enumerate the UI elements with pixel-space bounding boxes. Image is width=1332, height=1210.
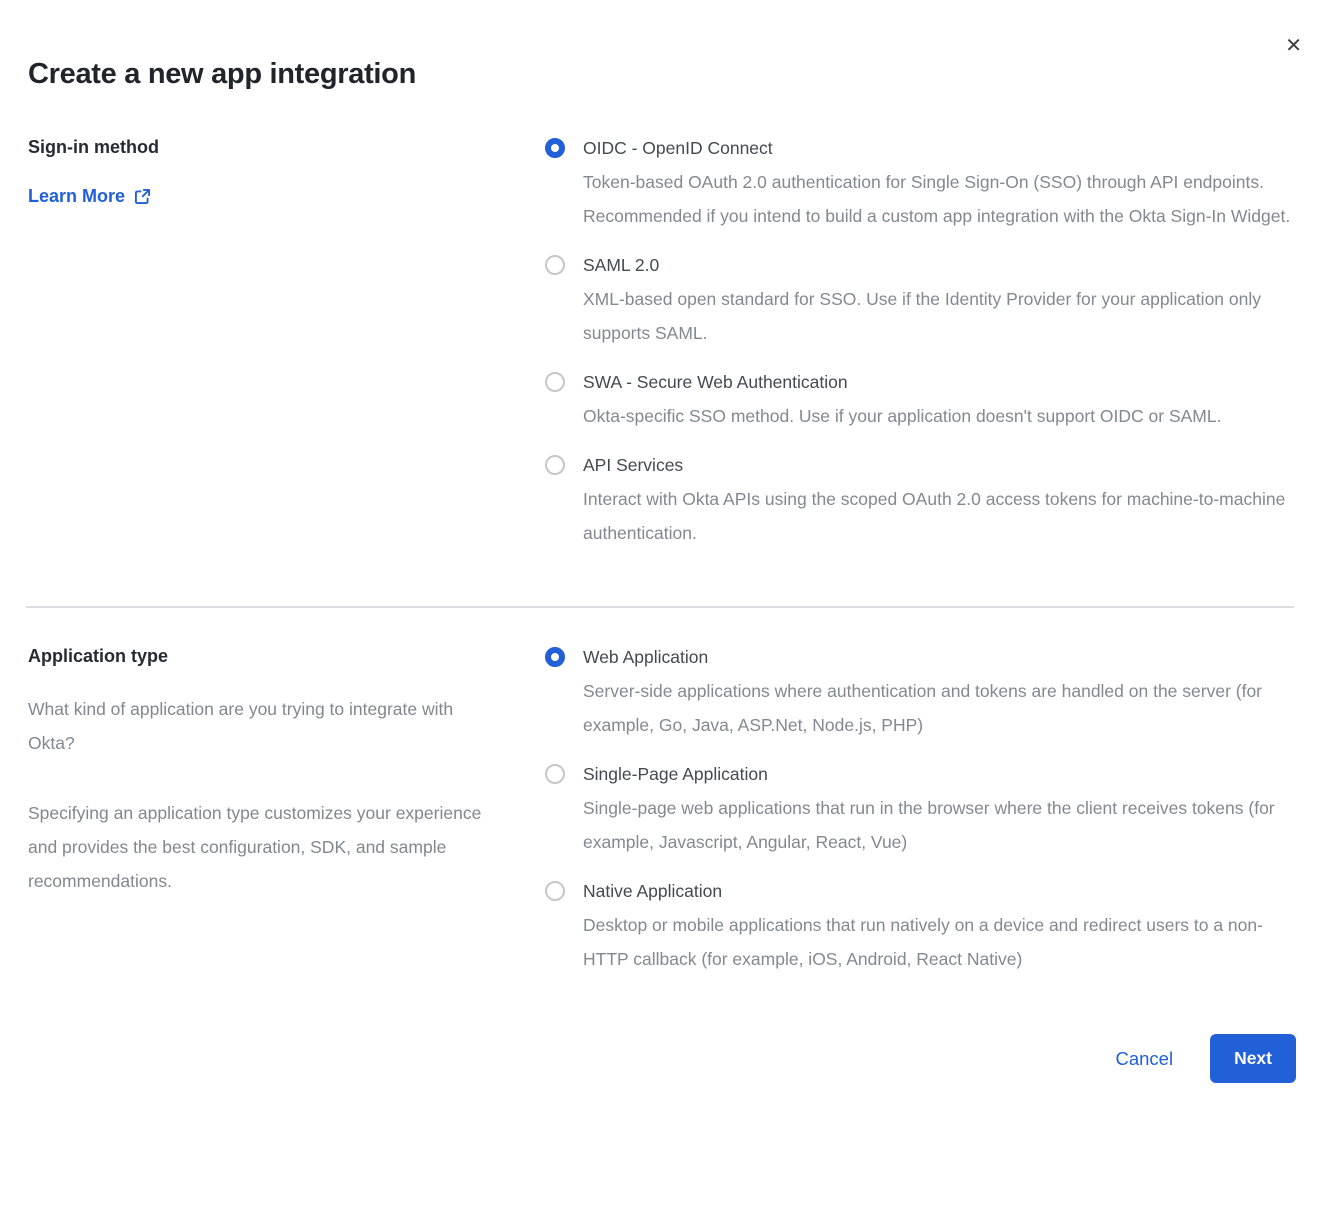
cancel-button[interactable]: Cancel bbox=[1115, 1048, 1173, 1070]
application-type-section: Application type What kind of applicatio… bbox=[0, 644, 1332, 976]
radio-option-label[interactable]: SWA - Secure Web Authentication bbox=[583, 369, 1221, 395]
radio-option-single-page-application[interactable]: Single-Page Application Single-page web … bbox=[545, 761, 1296, 859]
radio-option-oidc[interactable]: OIDC - OpenID Connect Token-based OAuth … bbox=[545, 135, 1296, 233]
signin-method-section: Sign-in method Learn More OIDC - OpenID … bbox=[0, 135, 1332, 550]
radio-option-label[interactable]: API Services bbox=[583, 452, 1295, 478]
radio-option-saml[interactable]: SAML 2.0 XML-based open standard for SSO… bbox=[545, 252, 1296, 350]
learn-more-link[interactable]: Learn More bbox=[28, 186, 151, 207]
section-divider bbox=[26, 606, 1294, 608]
radio-icon[interactable] bbox=[545, 764, 565, 784]
application-type-question: What kind of application are you trying … bbox=[28, 692, 500, 760]
radio-option-description: Token-based OAuth 2.0 authentication for… bbox=[583, 165, 1295, 233]
radio-icon[interactable] bbox=[545, 372, 565, 392]
radio-option-web-application[interactable]: Web Application Server-side applications… bbox=[545, 644, 1296, 742]
create-app-integration-dialog: ✕ Create a new app integration Sign-in m… bbox=[0, 0, 1332, 1210]
radio-option-description: Okta-specific SSO method. Use if your ap… bbox=[583, 399, 1221, 433]
radio-option-description: Desktop or mobile applications that run … bbox=[583, 908, 1295, 976]
radio-icon[interactable] bbox=[545, 881, 565, 901]
next-button[interactable]: Next bbox=[1210, 1034, 1296, 1083]
learn-more-label: Learn More bbox=[28, 186, 125, 207]
radio-option-api-services[interactable]: API Services Interact with Okta APIs usi… bbox=[545, 452, 1296, 550]
external-link-icon bbox=[134, 188, 151, 205]
dialog-footer: Cancel Next bbox=[0, 1034, 1332, 1083]
radio-option-description: Interact with Okta APIs using the scoped… bbox=[583, 482, 1295, 550]
radio-option-label[interactable]: Native Application bbox=[583, 878, 1295, 904]
signin-method-label: Sign-in method bbox=[28, 135, 545, 159]
radio-option-description: XML-based open standard for SSO. Use if … bbox=[583, 282, 1295, 350]
radio-option-native-application[interactable]: Native Application Desktop or mobile app… bbox=[545, 878, 1296, 976]
radio-option-label[interactable]: SAML 2.0 bbox=[583, 252, 1295, 278]
radio-option-label[interactable]: Single-Page Application bbox=[583, 761, 1295, 787]
radio-option-swa[interactable]: SWA - Secure Web Authentication Okta-spe… bbox=[545, 369, 1296, 433]
radio-icon[interactable] bbox=[545, 455, 565, 475]
radio-option-description: Single-page web applications that run in… bbox=[583, 791, 1295, 859]
page-title: Create a new app integration bbox=[0, 0, 1332, 91]
radio-option-label[interactable]: OIDC - OpenID Connect bbox=[583, 135, 1295, 161]
close-icon[interactable]: ✕ bbox=[1285, 36, 1302, 56]
application-type-detail: Specifying an application type customize… bbox=[28, 796, 500, 898]
radio-icon[interactable] bbox=[545, 255, 565, 275]
application-type-label: Application type bbox=[28, 644, 545, 668]
radio-icon[interactable] bbox=[545, 138, 565, 158]
radio-option-label[interactable]: Web Application bbox=[583, 644, 1295, 670]
radio-icon[interactable] bbox=[545, 647, 565, 667]
radio-option-description: Server-side applications where authentic… bbox=[583, 674, 1295, 742]
